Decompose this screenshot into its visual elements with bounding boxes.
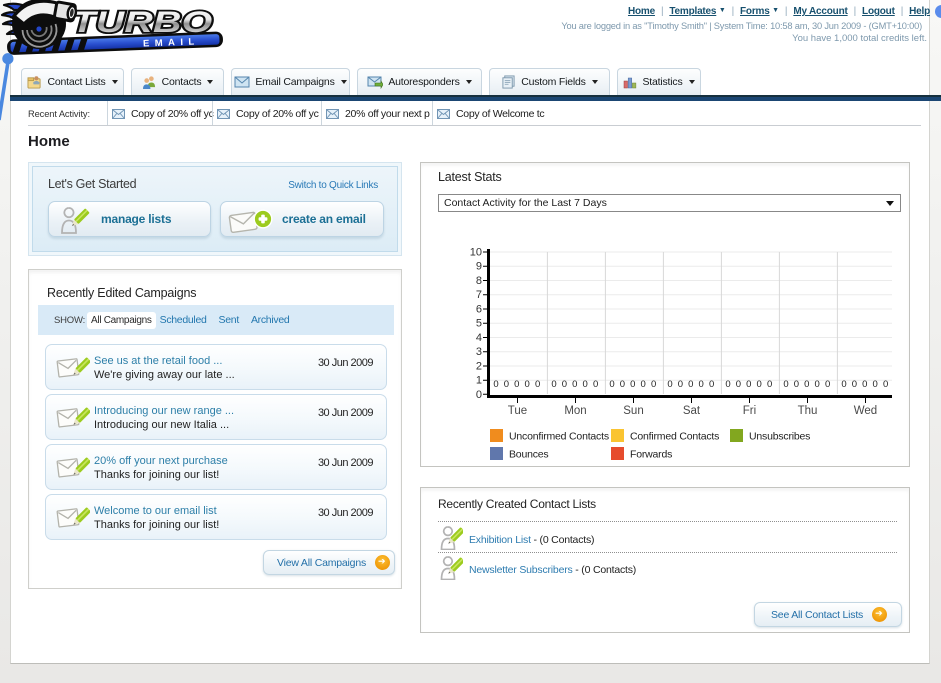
svg-text:0: 0	[815, 379, 820, 390]
svg-text:Unconfirmed Contacts: Unconfirmed Contacts	[509, 431, 609, 443]
svg-text:Mon: Mon	[564, 405, 586, 417]
svg-text:0: 0	[804, 379, 809, 390]
svg-text:0: 0	[525, 379, 530, 390]
svg-text:0: 0	[572, 379, 577, 390]
svg-text:3: 3	[476, 346, 482, 358]
svg-text:0: 0	[767, 379, 772, 390]
svg-text:0: 0	[688, 379, 693, 390]
svg-text:0: 0	[783, 379, 788, 390]
svg-text:0: 0	[709, 379, 714, 390]
svg-text:9: 9	[476, 261, 482, 273]
svg-text:0: 0	[551, 379, 556, 390]
svg-text:Sat: Sat	[683, 405, 701, 417]
svg-text:10: 10	[470, 247, 482, 259]
svg-text:6: 6	[476, 304, 482, 316]
svg-text:0: 0	[493, 379, 498, 390]
svg-text:0: 0	[609, 379, 614, 390]
svg-text:Fri: Fri	[743, 405, 756, 417]
svg-text:0: 0	[678, 379, 683, 390]
svg-text:0: 0	[873, 379, 878, 390]
svg-text:Unsubscribes: Unsubscribes	[749, 431, 810, 443]
svg-text:Confirmed Contacts: Confirmed Contacts	[630, 431, 719, 443]
svg-text:0: 0	[667, 379, 672, 390]
svg-text:0: 0	[725, 379, 730, 390]
svg-text:0: 0	[651, 379, 656, 390]
svg-text:0: 0	[862, 379, 867, 390]
svg-text:0: 0	[794, 379, 799, 390]
svg-text:0: 0	[583, 379, 588, 390]
svg-text:0: 0	[825, 379, 830, 390]
svg-text:0: 0	[535, 379, 540, 390]
svg-text:0: 0	[504, 379, 509, 390]
svg-text:0: 0	[476, 389, 482, 401]
svg-text:Thu: Thu	[798, 405, 818, 417]
svg-text:Bounces: Bounces	[509, 449, 548, 461]
svg-text:0: 0	[630, 379, 635, 390]
svg-text:Wed: Wed	[854, 405, 877, 417]
svg-text:Forwards: Forwards	[630, 449, 672, 461]
svg-text:2: 2	[476, 361, 482, 373]
svg-text:0: 0	[883, 379, 888, 390]
svg-text:4: 4	[476, 332, 482, 344]
svg-text:0: 0	[593, 379, 598, 390]
svg-text:0: 0	[514, 379, 519, 390]
svg-text:1: 1	[476, 375, 482, 387]
svg-text:0: 0	[562, 379, 567, 390]
svg-text:0: 0	[841, 379, 846, 390]
svg-text:0: 0	[699, 379, 704, 390]
svg-text:Tue: Tue	[508, 405, 527, 417]
svg-text:7: 7	[476, 289, 482, 301]
svg-text:0: 0	[852, 379, 857, 390]
svg-text:0: 0	[620, 379, 625, 390]
svg-text:0: 0	[757, 379, 762, 390]
svg-text:0: 0	[736, 379, 741, 390]
svg-text:8: 8	[476, 275, 482, 287]
svg-text:TURBO: TURBO	[72, 5, 213, 38]
svg-text:5: 5	[476, 318, 482, 330]
svg-text:Sun: Sun	[623, 405, 643, 417]
svg-text:0: 0	[641, 379, 646, 390]
svg-text:0: 0	[746, 379, 751, 390]
